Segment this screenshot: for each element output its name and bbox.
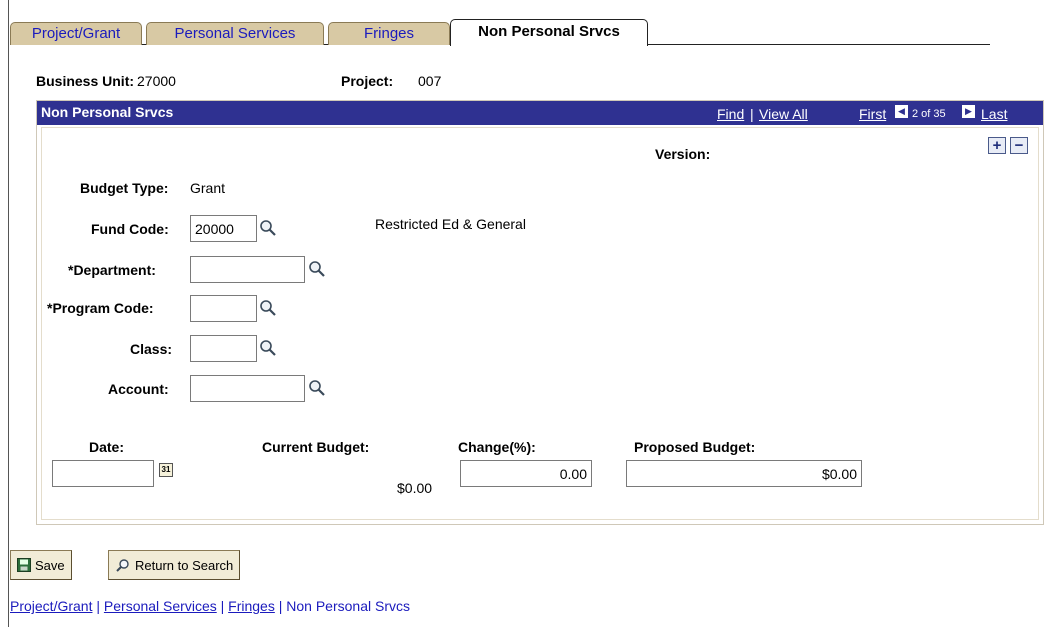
business-unit-value: 27000 [137,73,176,89]
search-return-icon [116,559,129,572]
program-code-input[interactable] [190,295,257,322]
footer-link-project-grant[interactable]: Project/Grant [10,598,92,614]
next-arrow-icon[interactable]: ▶ [962,105,975,118]
return-to-search-button[interactable]: Return to Search [108,550,241,580]
business-unit-label: Business Unit: [36,73,135,89]
footer-separator: | [92,598,104,614]
class-input[interactable] [190,335,257,362]
footer-tab-links: Project/Grant | Personal Services | Frin… [10,598,410,614]
proposed-budget-input[interactable] [626,460,862,487]
find-link[interactable]: Find [717,106,744,122]
page-indicator: 2 of 35 [912,108,946,120]
project-value: 007 [418,73,442,89]
fund-code-description: Restricted Ed & General [375,216,526,232]
current-budget-value: $0.00 [397,480,433,496]
department-input[interactable] [190,256,305,283]
department-lookup-icon[interactable] [308,260,326,278]
footer-current-page: Non Personal Srvcs [286,598,410,614]
frame-left-border [8,0,9,627]
calendar-icon[interactable]: 31 [159,463,173,477]
budget-type-label: Budget Type: [80,180,169,196]
view-all-link[interactable]: View All [759,106,808,122]
tab-personal-services[interactable]: Personal Services [146,22,324,45]
date-input[interactable] [52,460,154,487]
first-link[interactable]: First [859,106,886,122]
panel-title: Non Personal Srvcs [41,104,174,120]
fund-code-label: Fund Code: [91,221,169,237]
proposed-budget-label: Proposed Budget: [634,439,756,455]
add-row-button[interactable]: + [988,137,1006,154]
nav-separator: | [750,106,754,122]
version-label: Version: [655,146,711,162]
account-lookup-icon[interactable] [308,379,326,397]
project-label: Project: [341,73,394,89]
tab-project-grant[interactable]: Project/Grant [10,22,142,45]
program-code-lookup-icon[interactable] [259,299,277,317]
change-percent-label: Change(%): [458,439,536,455]
footer-separator: | [274,598,287,614]
footer-link-fringes[interactable]: Fringes [228,598,275,614]
last-link[interactable]: Last [981,106,1007,122]
fund-code-input[interactable] [190,215,257,242]
class-lookup-icon[interactable] [259,339,277,357]
previous-arrow-icon[interactable]: ◀ [895,105,908,118]
budget-type-value: Grant [190,180,226,196]
date-label: Date: [89,439,125,455]
account-input[interactable] [190,375,305,402]
return-to-search-label: Return to Search [135,557,234,573]
class-label: Class: [130,341,173,357]
change-percent-input[interactable] [460,460,592,487]
tab-fringes[interactable]: Fringes [328,22,450,45]
save-button-label: Save [35,557,65,573]
department-label: *Department: [68,262,156,278]
tab-strip: Project/Grant Personal Services Fringes … [10,19,990,46]
footer-link-personal-services[interactable]: Personal Services [104,598,217,614]
current-budget-label: Current Budget: [262,439,370,455]
save-icon [17,558,31,572]
program-code-label: *Program Code: [47,300,154,316]
fund-code-lookup-icon[interactable] [259,219,277,237]
panel-header-bar: Non Personal Srvcs Find | View All First… [37,101,1043,125]
tab-non-personal-srvcs[interactable]: Non Personal Srvcs [450,19,648,46]
account-label: Account: [108,381,169,397]
footer-separator: | [216,598,229,614]
delete-row-button[interactable]: − [1010,137,1028,154]
save-button[interactable]: Save [10,550,72,580]
